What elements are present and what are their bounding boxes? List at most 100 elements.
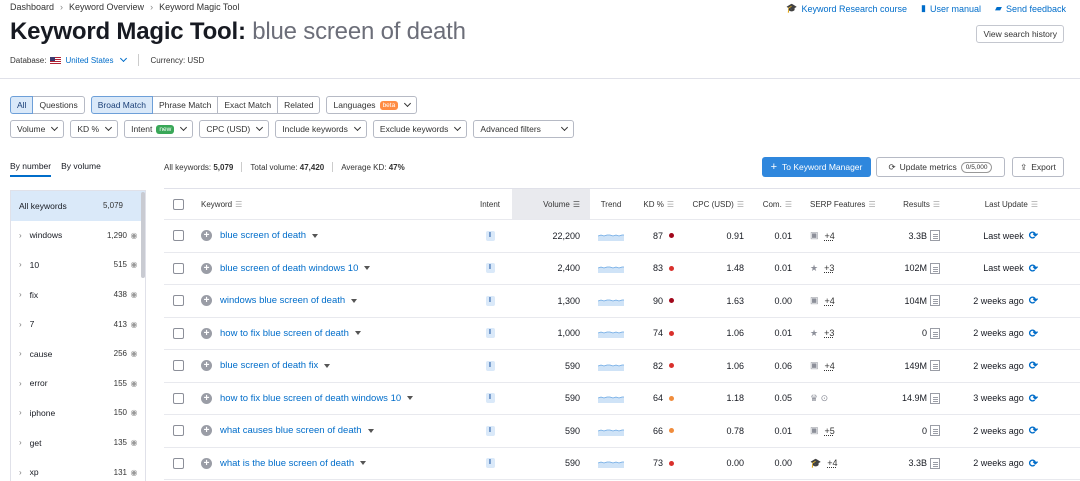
groups-scrollbar[interactable] (141, 192, 145, 278)
keyword-link[interactable]: windows blue screen of death (220, 295, 345, 306)
keyword-link[interactable]: how to fix blue screen of death windows … (220, 393, 401, 404)
caret-down-icon[interactable] (351, 298, 358, 303)
caret-down-icon[interactable] (324, 363, 331, 368)
database-selector[interactable]: United States (65, 56, 113, 65)
keyword-link[interactable]: blue screen of death windows 10 (220, 263, 358, 274)
caret-down-icon[interactable] (367, 428, 374, 433)
refresh-icon[interactable]: ⟳ (1029, 262, 1038, 275)
view-history-button[interactable]: View search history (976, 25, 1064, 43)
serp-more-link[interactable]: +4 (827, 458, 837, 468)
refresh-icon[interactable]: ⟳ (1029, 392, 1038, 405)
cap-icon[interactable]: 🎓 (810, 458, 821, 469)
keyword-link[interactable]: how to fix blue screen of death (220, 328, 349, 339)
keyword-link[interactable]: blue screen of death fix (220, 360, 318, 371)
group-item[interactable]: › iphone 150 ◉ (11, 398, 145, 428)
serp-more-link[interactable]: +4 (825, 361, 835, 371)
group-item[interactable]: › xp 131 ◉ (11, 457, 145, 481)
serp-document-icon[interactable] (930, 230, 940, 242)
serp-document-icon[interactable] (930, 327, 940, 339)
keyword-link[interactable]: what is the blue screen of death (220, 458, 354, 469)
col-results[interactable]: Results ☰ (884, 200, 944, 209)
to-keyword-manager-button[interactable]: + To Keyword Manager (762, 157, 871, 177)
caret-down-icon[interactable] (360, 461, 367, 466)
keyword-link[interactable]: blue screen of death (220, 230, 306, 241)
refresh-icon[interactable]: ⟳ (1029, 229, 1038, 242)
breadcrumb-keyword-overview[interactable]: Keyword Overview (69, 2, 144, 12)
intent-filter[interactable]: Intent new (124, 120, 194, 138)
caret-down-icon[interactable] (354, 331, 361, 336)
eye-icon[interactable]: ◉ (127, 290, 141, 299)
tab-exact-match[interactable]: Exact Match (217, 96, 279, 114)
add-keyword-icon[interactable]: + (201, 230, 212, 242)
row-checkbox[interactable] (172, 230, 184, 242)
eye-icon[interactable]: ◉ (127, 260, 141, 269)
serp-more-link[interactable]: +3 (824, 263, 834, 273)
add-keyword-icon[interactable]: + (201, 327, 212, 339)
export-button[interactable]: ⇪ Export (1012, 157, 1064, 177)
tab-related[interactable]: Related (277, 96, 321, 114)
serp-document-icon[interactable] (930, 262, 940, 274)
cpc-filter[interactable]: CPC (USD) (199, 120, 270, 138)
col-kd[interactable]: KD % ☰ (632, 200, 682, 209)
eye-icon[interactable]: ◉ (127, 320, 141, 329)
kd-filter[interactable]: KD % (70, 120, 119, 138)
add-keyword-icon[interactable]: + (201, 262, 212, 274)
group-item[interactable]: › 10 515 ◉ (11, 250, 145, 280)
serp-more-link[interactable]: +4 (825, 296, 835, 306)
image-icon[interactable]: ▣ (810, 230, 819, 241)
tab-questions[interactable]: Questions (32, 96, 85, 114)
serp-document-icon[interactable] (930, 295, 940, 307)
star-icon[interactable]: ★ (810, 328, 818, 339)
eye-icon[interactable]: ◉ (127, 379, 141, 388)
row-checkbox[interactable] (172, 295, 184, 307)
crown-icon[interactable]: ♛ ⊙ (810, 393, 828, 404)
update-metrics-button[interactable]: ⟳ Update metrics 0/5,000 (876, 157, 1005, 177)
image-icon[interactable]: ▣ (810, 295, 819, 306)
serp-more-link[interactable]: +4 (825, 231, 835, 241)
group-item[interactable]: › fix 438 ◉ (11, 280, 145, 310)
star-icon[interactable]: ★ (810, 263, 818, 274)
serp-document-icon[interactable] (930, 392, 940, 404)
serp-document-icon[interactable] (930, 360, 940, 372)
advanced-filters[interactable]: Advanced filters (473, 120, 575, 138)
row-checkbox[interactable] (172, 457, 184, 469)
row-checkbox[interactable] (172, 425, 184, 437)
eye-icon[interactable]: ◉ (127, 231, 141, 240)
row-checkbox[interactable] (172, 392, 184, 404)
add-keyword-icon[interactable]: + (201, 392, 212, 404)
tab-broad-match[interactable]: Broad Match (90, 96, 153, 114)
add-keyword-icon[interactable]: + (201, 360, 212, 372)
tab-phrase-match[interactable]: Phrase Match (151, 96, 219, 114)
row-checkbox[interactable] (172, 327, 184, 339)
row-checkbox[interactable] (172, 262, 184, 274)
col-cpc[interactable]: CPC (USD) ☰ (682, 200, 752, 209)
add-keyword-icon[interactable]: + (201, 425, 212, 437)
course-link[interactable]: 🎓 Keyword Research course (786, 3, 907, 14)
serp-more-link[interactable]: +5 (825, 426, 835, 436)
group-item[interactable]: › windows 1,290 ◉ (11, 221, 145, 251)
add-keyword-icon[interactable]: + (201, 295, 212, 307)
col-serp[interactable]: SERP Features ☰ (800, 200, 884, 209)
breadcrumb-dashboard[interactable]: Dashboard (10, 2, 54, 12)
row-checkbox[interactable] (172, 360, 184, 372)
exclude-keywords-filter[interactable]: Exclude keywords (372, 120, 468, 138)
serp-more-link[interactable]: +3 (824, 328, 834, 338)
serp-document-icon[interactable] (930, 425, 940, 437)
image-icon[interactable]: ▣ (810, 360, 819, 371)
include-keywords-filter[interactable]: Include keywords (275, 120, 367, 138)
group-item[interactable]: › get 135 ◉ (11, 428, 145, 458)
group-item[interactable]: All keywords 5,079 (11, 191, 145, 221)
caret-down-icon[interactable] (407, 396, 414, 401)
languages-dropdown[interactable]: Languages beta (326, 96, 418, 114)
eye-icon[interactable]: ◉ (127, 349, 141, 358)
col-volume[interactable]: Volume ☰ (512, 189, 590, 219)
refresh-icon[interactable]: ⟳ (1029, 457, 1038, 470)
tab-by-volume[interactable]: By volume (61, 161, 101, 177)
feedback-link[interactable]: ▰ Send feedback (995, 3, 1066, 14)
group-item[interactable]: › error 155 ◉ (11, 369, 145, 399)
col-last-update[interactable]: Last Update ☰ (944, 200, 1052, 209)
group-item[interactable]: › 7 413 ◉ (11, 309, 145, 339)
volume-filter[interactable]: Volume (10, 120, 65, 138)
group-item[interactable]: › cause 256 ◉ (11, 339, 145, 369)
select-all-checkbox[interactable] (172, 198, 184, 210)
